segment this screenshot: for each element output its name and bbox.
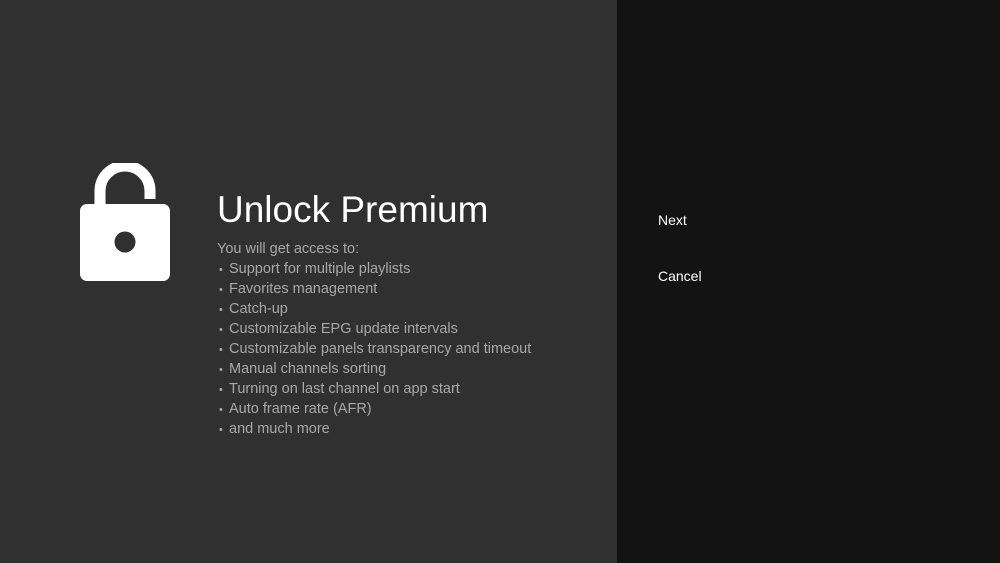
bullet-icon: • (219, 264, 223, 276)
premium-screen: Unlock Premium You will get access to: •… (0, 0, 1000, 563)
next-button[interactable]: Next (658, 210, 687, 230)
unlocked-padlock-icon (80, 163, 170, 281)
feature-label: Turning on last channel on app start (229, 381, 460, 397)
bullet-icon: • (219, 304, 223, 316)
feature-label: Favorites management (229, 281, 378, 297)
feature-item: • Auto frame rate (AFR) (219, 399, 531, 419)
feature-label: Manual channels sorting (229, 361, 387, 377)
feature-label: Catch-up (229, 301, 288, 317)
feature-item: • Customizable panels transparency and ti… (219, 339, 531, 359)
bullet-icon: • (219, 324, 223, 336)
bullet-icon: • (219, 404, 223, 416)
info-panel: Unlock Premium You will get access to: •… (0, 0, 617, 563)
bullet-icon: • (219, 284, 223, 296)
bullet-icon: • (219, 384, 223, 396)
cancel-button[interactable]: Cancel (658, 266, 702, 286)
feature-label: and much more (229, 421, 330, 437)
feature-label: Customizable EPG update intervals (229, 321, 458, 337)
feature-item: • Manual channels sorting (219, 359, 531, 379)
dialog-subtitle: You will get access to: (217, 241, 360, 257)
feature-item: • Favorites management (219, 279, 531, 299)
feature-item: • Support for multiple playlists (219, 259, 531, 279)
feature-label: Auto frame rate (AFR) (229, 401, 372, 417)
feature-item: • and much more (219, 419, 531, 439)
bullet-icon: • (219, 424, 223, 436)
feature-list: • Support for multiple playlists • Favorit… (219, 259, 531, 439)
feature-label: Support for multiple playlists (229, 261, 411, 277)
bullet-icon: • (219, 364, 223, 376)
bullet-icon: • (219, 344, 223, 356)
feature-item: • Catch-up (219, 299, 531, 319)
dialog-title: Unlock Premium (217, 189, 489, 230)
feature-item: • Turning on last channel on app start (219, 379, 531, 399)
feature-label: Customizable panels transparency and tim… (229, 341, 532, 357)
feature-item: • Customizable EPG update intervals (219, 319, 531, 339)
